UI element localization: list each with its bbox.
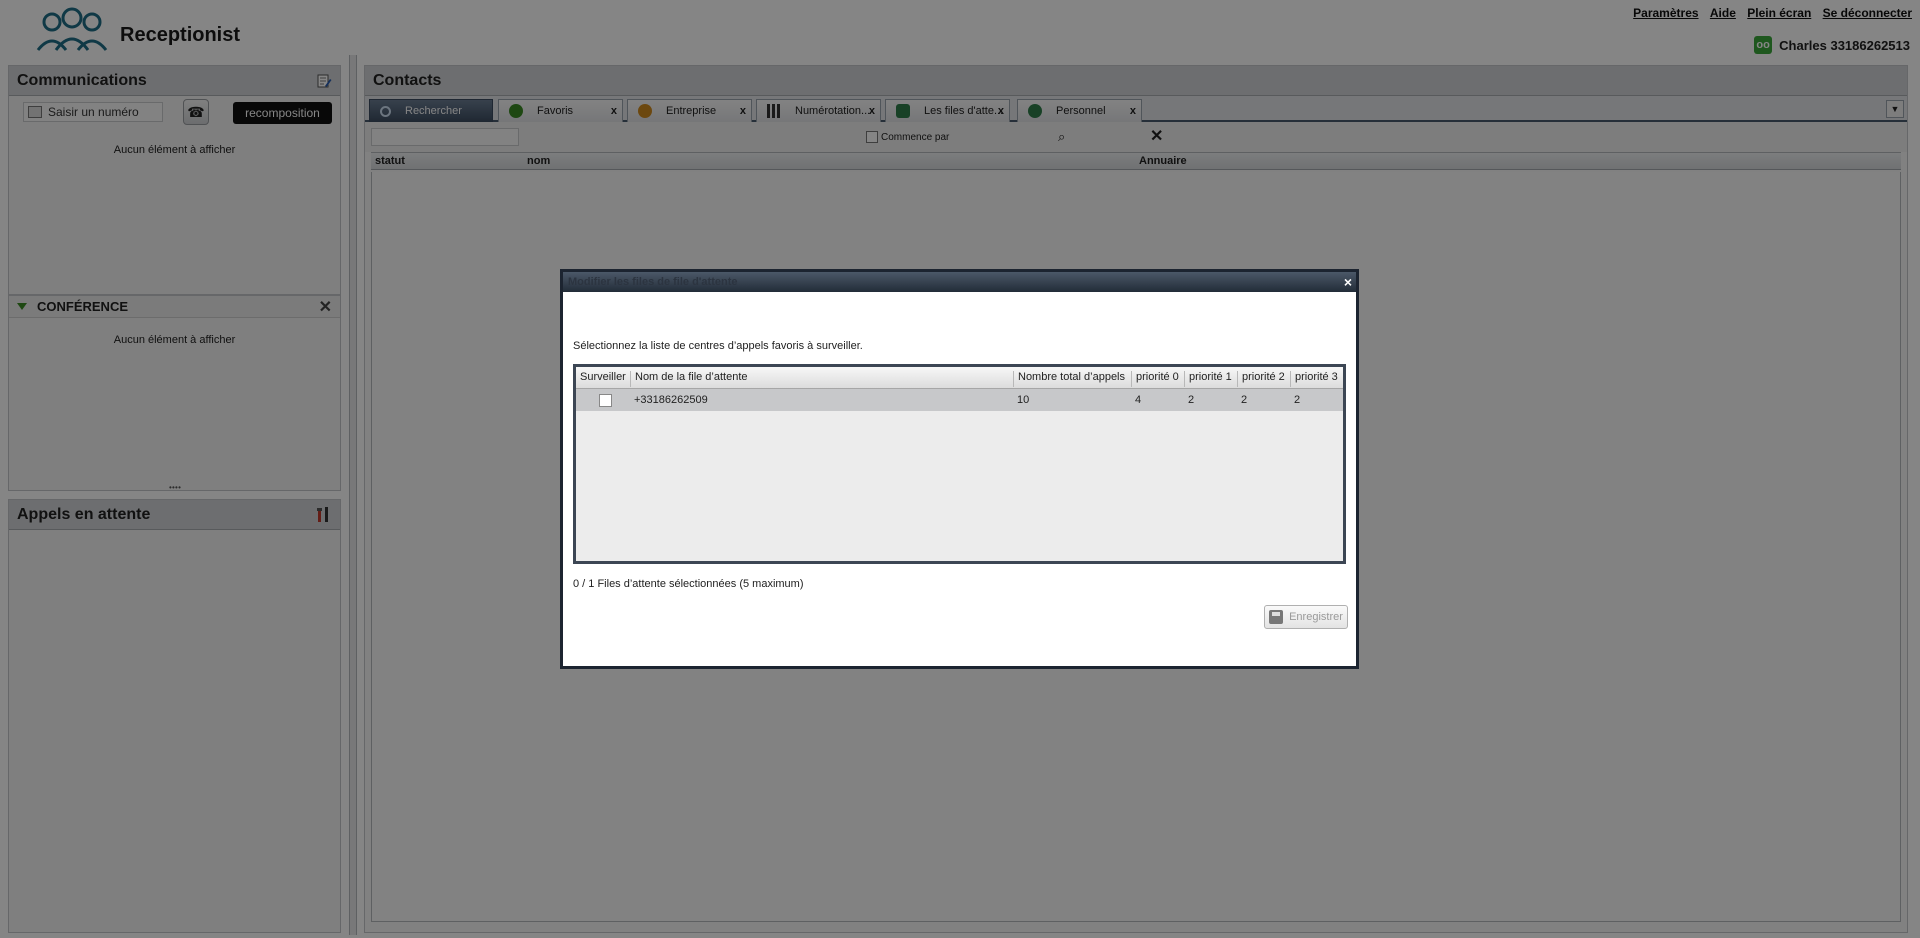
modal-overlay: Modifier les files de file d'attente × S…	[0, 0, 1920, 938]
queue-table-header: Surveiller Nom de la file d’attente Nomb…	[576, 367, 1343, 389]
column-queue-name: Nom de la file d’attente	[630, 371, 748, 387]
priority-2-count: 2	[1241, 394, 1248, 406]
save-button[interactable]: Enregistrer	[1264, 605, 1348, 629]
column-monitor: Surveiller	[580, 371, 626, 383]
save-disk-icon	[1269, 610, 1284, 624]
selection-count: 0 / 1 Files d’attente sélectionnées (5 m…	[573, 578, 804, 590]
queue-monitor-dialog: Modifier les files de file d'attente × S…	[560, 269, 1359, 669]
priority-0-count: 4	[1135, 394, 1142, 406]
save-label: Enregistrer	[1289, 611, 1343, 623]
column-priority-2: priorité 2	[1237, 371, 1285, 387]
table-row[interactable]: +33186262509 10 4 2 2 2	[576, 389, 1343, 411]
column-total-calls: Nombre total d’appels	[1013, 371, 1125, 387]
priority-1-count: 2	[1188, 394, 1195, 406]
queue-table: Surveiller Nom de la file d’attente Nomb…	[573, 364, 1346, 564]
column-priority-1: priorité 1	[1184, 371, 1232, 387]
total-calls: 10	[1017, 394, 1030, 406]
dialog-instructions: Sélectionnez la liste de centres d’appel…	[573, 340, 863, 352]
close-icon[interactable]: ×	[1344, 274, 1352, 290]
priority-3-count: 2	[1294, 394, 1301, 406]
monitor-checkbox[interactable]	[599, 394, 612, 407]
column-priority-3: priorité 3	[1290, 371, 1338, 387]
queue-name: +33186262509	[634, 394, 708, 406]
dialog-title-bar: Modifier les files de file d'attente ×	[563, 272, 1356, 292]
dialog-title: Modifier les files de file d'attente	[568, 276, 738, 288]
column-priority-0: priorité 0	[1131, 371, 1179, 387]
